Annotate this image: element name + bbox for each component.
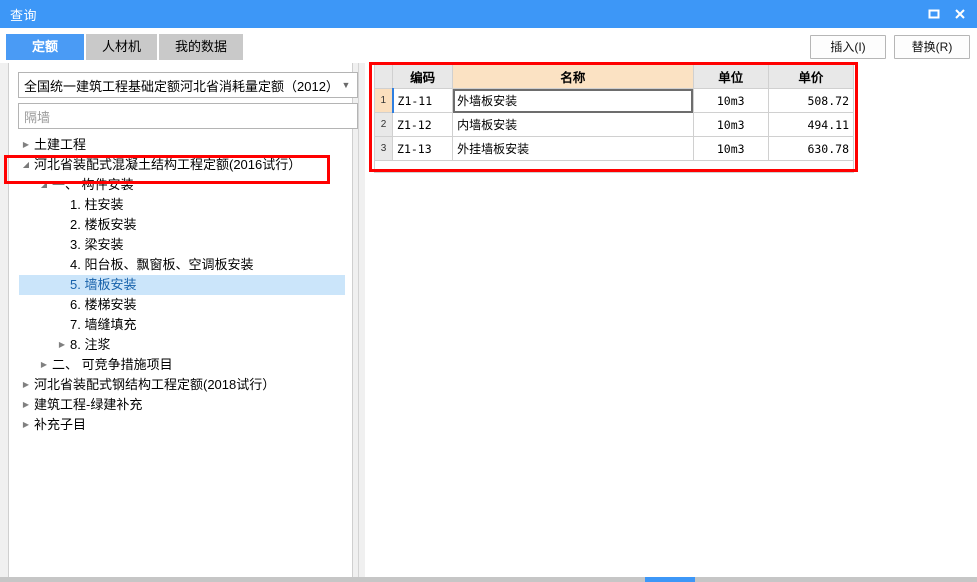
right-panel: 编码 名称 单位 单价 1 Z1-11 外墙板安装 10m3 508.72 2 Z1-12 内… <box>365 63 977 582</box>
cell-name[interactable]: 外墙板安装 <box>452 88 694 113</box>
tree-node[interactable]: ▶ 土建工程 <box>19 135 345 155</box>
tree-node-label: 5. 墙板安装 <box>70 277 137 292</box>
toolbar-strip: 定额 人材机 我的数据 插入(I) 替换(R) <box>0 28 977 63</box>
tree-node[interactable]: ▶ 建筑工程-绿建补充 <box>19 395 345 415</box>
tree-node[interactable]: 1. 柱安装 <box>19 195 345 215</box>
search-placeholder: 隔墙 <box>24 109 51 125</box>
tree-node[interactable]: ▶ 8. 注浆 <box>19 335 345 355</box>
tree-node[interactable]: 5. 墙板安装 <box>19 275 345 295</box>
grid-empty-area <box>374 161 854 173</box>
chevron-expanded-icon[interactable]: ◢ <box>37 175 51 195</box>
cell-unit[interactable]: 10m3 <box>692 112 769 137</box>
left-panel-surface: 全国统一建筑工程基础定额河北省消耗量定额（2012） ▼ 隔墙 ▶ 土建工程 ◢ 河北… <box>8 63 358 582</box>
panel-splitter[interactable] <box>358 63 365 582</box>
tree-node[interactable]: 4. 阳台板、飘窗板、空调板安装 <box>19 255 345 275</box>
tree-node-label: 补充子目 <box>34 417 87 432</box>
tree-node-label: 2. 楼板安装 <box>70 217 137 232</box>
chevron-collapsed-icon[interactable]: ▶ <box>19 415 33 435</box>
tree-node-label: 一、 构件安装 <box>52 177 134 192</box>
tree-node[interactable]: ◢ 一、 构件安装 <box>19 175 345 195</box>
cell-unit[interactable]: 10m3 <box>692 88 769 113</box>
row-number[interactable]: 2 <box>373 112 394 137</box>
chevron-collapsed-icon[interactable]: ▶ <box>19 375 33 395</box>
quota-library-select[interactable]: 全国统一建筑工程基础定额河北省消耗量定额（2012） ▼ <box>18 72 358 98</box>
tree-node-label: 3. 梁安装 <box>70 237 124 252</box>
action-buttons: 插入(I) 替换(R) <box>810 35 970 59</box>
tree-node[interactable]: 3. 梁安装 <box>19 235 345 255</box>
cell-code[interactable]: Z1-12 <box>392 112 454 137</box>
insert-button[interactable]: 插入(I) <box>810 35 886 59</box>
tab-quota[interactable]: 定额 <box>6 34 84 60</box>
bottom-ok-button[interactable] <box>645 577 695 582</box>
table-row[interactable]: 2 Z1-12 内墙板安装 10m3 494.11 <box>373 112 855 137</box>
tree-node[interactable]: ◢ 河北省装配式混凝土结构工程定额(2016试行） <box>19 155 345 175</box>
grid-header-row: 编码 名称 单位 单价 <box>373 63 855 89</box>
column-header-unit[interactable]: 单位 <box>692 63 769 89</box>
tab-bar: 定额 人材机 我的数据 <box>6 34 244 60</box>
cell-name[interactable]: 外挂墙板安装 <box>452 136 694 161</box>
tree-node-label: 6. 楼梯安装 <box>70 297 137 312</box>
bottom-bar <box>0 577 977 582</box>
tree-node-label: 河北省装配式钢结构工程定额(2018试行） <box>34 377 276 392</box>
tree-node[interactable]: 6. 楼梯安装 <box>19 295 345 315</box>
close-icon[interactable] <box>947 0 973 28</box>
result-grid: 编码 名称 单位 单价 1 Z1-11 外墙板安装 10m3 508.72 2 Z1-12 内… <box>373 63 855 161</box>
tab-my-data[interactable]: 我的数据 <box>159 34 244 60</box>
main-content: 全国统一建筑工程基础定额河北省消耗量定额（2012） ▼ 隔墙 ▶ 土建工程 ◢ 河北… <box>0 63 977 582</box>
cell-unit[interactable]: 10m3 <box>692 136 769 161</box>
grid-corner-header <box>373 63 394 89</box>
cell-code[interactable]: Z1-13 <box>392 136 454 161</box>
tree-node-label: 土建工程 <box>34 137 87 152</box>
table-row[interactable]: 1 Z1-11 外墙板安装 10m3 508.72 <box>373 88 855 113</box>
tree-node-label: 建筑工程-绿建补充 <box>34 397 143 412</box>
left-panel: 全国统一建筑工程基础定额河北省消耗量定额（2012） ▼ 隔墙 ▶ 土建工程 ◢ 河北… <box>0 63 358 582</box>
window-titlebar: 查询 <box>0 0 977 28</box>
tree-node[interactable]: ▶ 二、 可竞争措施项目 <box>19 355 345 375</box>
tree-node-label: 8. 注浆 <box>70 337 111 352</box>
tree-node[interactable]: ▶ 河北省装配式钢结构工程定额(2018试行） <box>19 375 345 395</box>
tree-node-label: 4. 阳台板、飘窗板、空调板安装 <box>70 257 254 272</box>
tree-node-label: 7. 墙缝填充 <box>70 317 137 332</box>
maximize-icon[interactable] <box>921 0 947 28</box>
cell-price[interactable]: 508.72 <box>767 88 855 113</box>
result-grid-wrap: 编码 名称 单位 单价 1 Z1-11 外墙板安装 10m3 508.72 2 Z1-12 内… <box>373 63 855 173</box>
quota-library-value: 全国统一建筑工程基础定额河北省消耗量定额（2012） <box>24 78 335 94</box>
tree-node-label: 二、 可竞争措施项目 <box>52 357 173 372</box>
search-input[interactable]: 隔墙 <box>18 103 358 129</box>
cell-code[interactable]: Z1-11 <box>391 88 454 113</box>
tree-node[interactable]: 7. 墙缝填充 <box>19 315 345 335</box>
tree-node-label: 1. 柱安装 <box>70 197 124 212</box>
chevron-down-icon[interactable]: ▼ <box>335 80 357 90</box>
tab-labor-material-machine[interactable]: 人材机 <box>86 34 158 60</box>
chevron-collapsed-icon[interactable]: ▶ <box>19 395 33 415</box>
table-row[interactable]: 3 Z1-13 外挂墙板安装 10m3 630.78 <box>373 136 855 161</box>
cell-name[interactable]: 内墙板安装 <box>452 112 694 137</box>
row-number[interactable]: 1 <box>373 88 394 113</box>
tree-node[interactable]: ▶ 补充子目 <box>19 415 345 435</box>
tree-node[interactable]: 2. 楼板安装 <box>19 215 345 235</box>
window-controls <box>921 0 973 28</box>
chevron-collapsed-icon[interactable]: ▶ <box>37 355 51 375</box>
cell-price[interactable]: 494.11 <box>767 112 855 137</box>
window-title: 查询 <box>10 7 38 23</box>
tree-node-label: 河北省装配式混凝土结构工程定额(2016试行） <box>34 157 302 172</box>
column-header-price[interactable]: 单价 <box>767 63 855 89</box>
cell-price[interactable]: 630.78 <box>767 136 855 161</box>
column-header-code[interactable]: 编码 <box>392 63 454 89</box>
row-number[interactable]: 3 <box>373 136 394 161</box>
quota-tree: ▶ 土建工程 ◢ 河北省装配式混凝土结构工程定额(2016试行） ◢ 一、 构件安装 1. … <box>19 135 345 579</box>
replace-button[interactable]: 替换(R) <box>894 35 970 59</box>
column-header-name[interactable]: 名称 <box>452 63 694 89</box>
chevron-collapsed-icon[interactable]: ▶ <box>55 335 69 355</box>
chevron-expanded-icon[interactable]: ◢ <box>19 155 33 175</box>
chevron-collapsed-icon[interactable]: ▶ <box>19 135 33 155</box>
